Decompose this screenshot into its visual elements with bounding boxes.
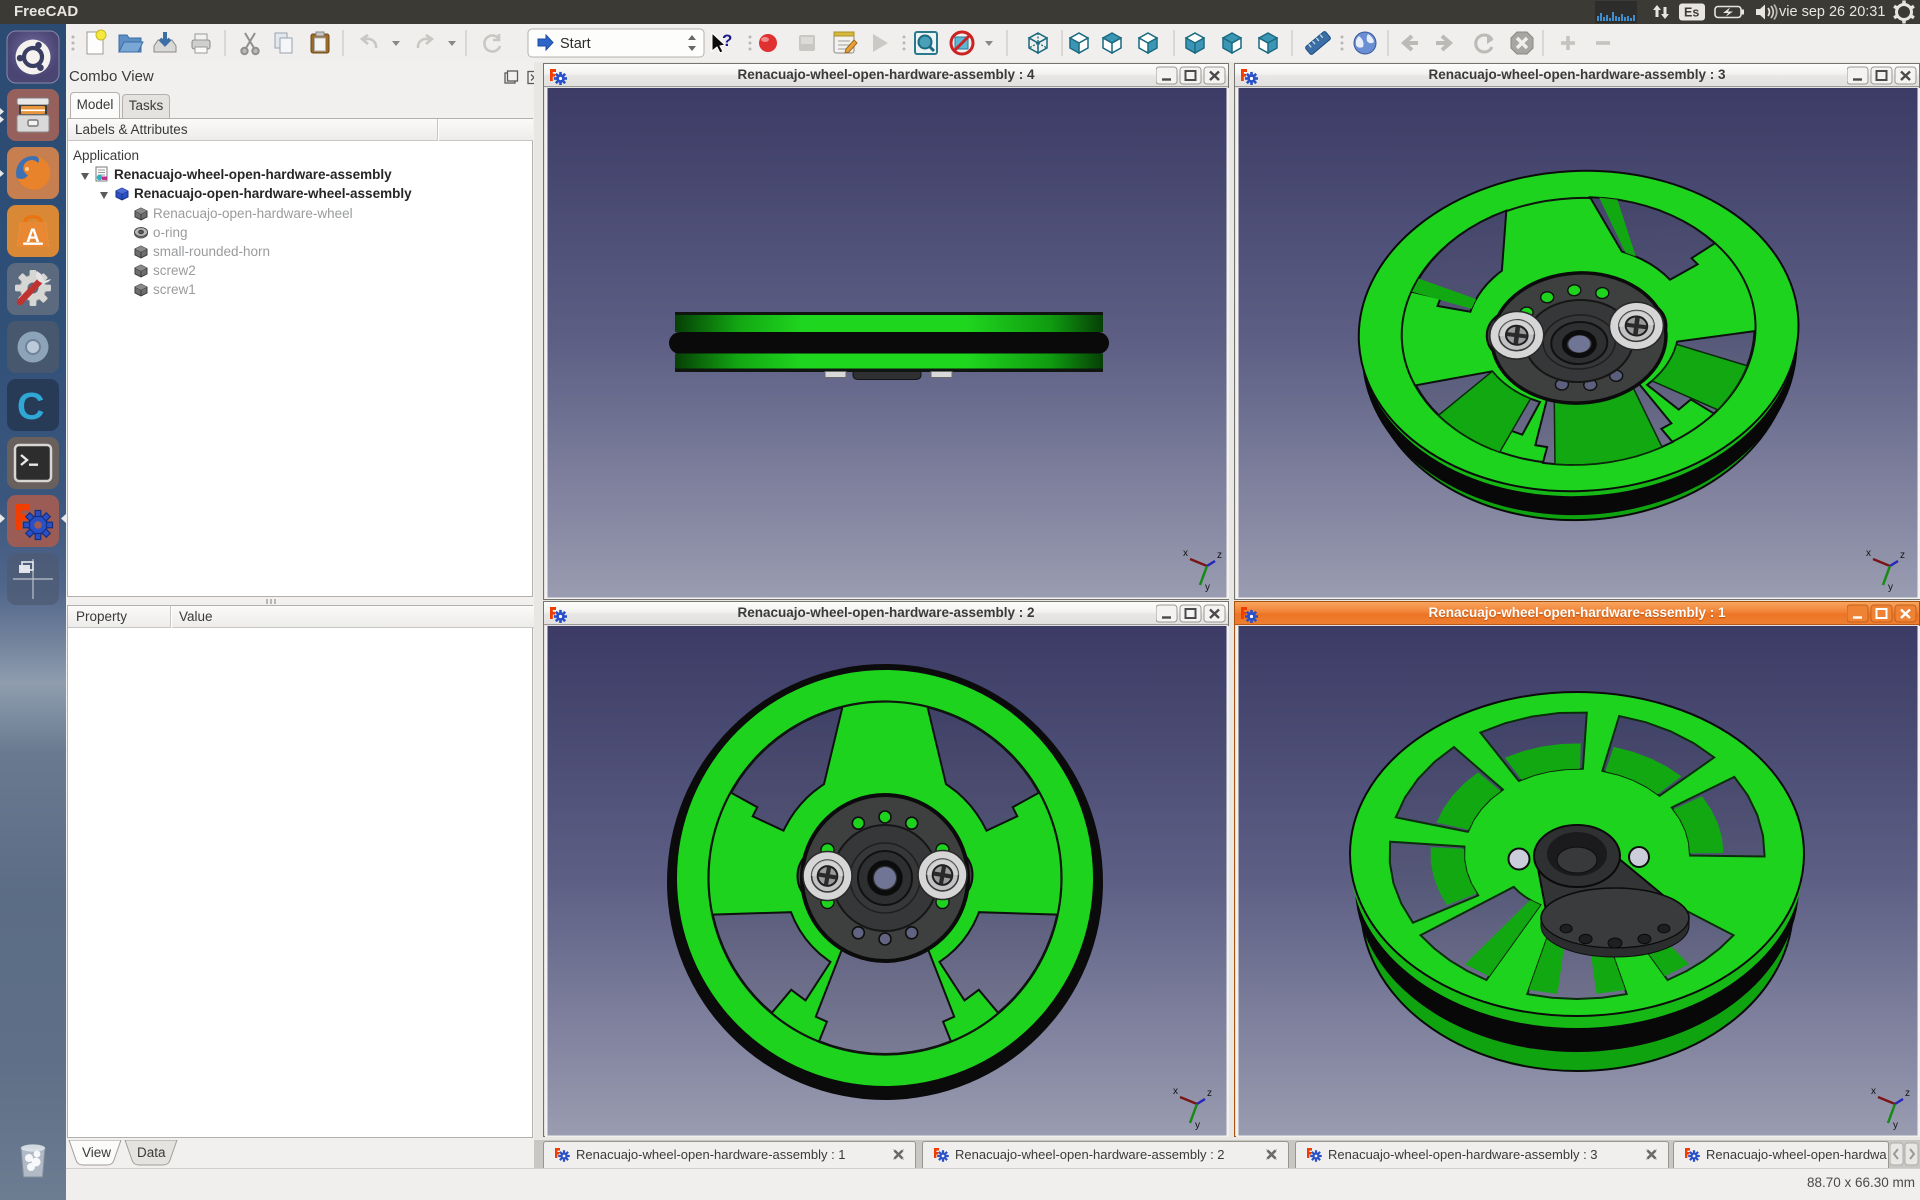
svg-text:y: y xyxy=(1195,1120,1200,1131)
svg-text:?: ? xyxy=(722,31,732,50)
svg-text:x: x xyxy=(1183,548,1188,559)
svg-text:Data: Data xyxy=(137,1145,166,1160)
svg-text:z: z xyxy=(1900,550,1905,561)
svg-text:x: x xyxy=(1871,1086,1876,1097)
svg-text:y: y xyxy=(1893,1120,1898,1131)
svg-text:z: z xyxy=(1905,1088,1910,1099)
svg-text:z: z xyxy=(1207,1088,1212,1099)
svg-text:z: z xyxy=(1217,550,1222,561)
svg-text:y: y xyxy=(1888,582,1893,593)
svg-text:Start: Start xyxy=(560,36,591,52)
svg-text:x: x xyxy=(1866,548,1871,559)
svg-text:y: y xyxy=(1205,582,1210,593)
svg-text:C: C xyxy=(17,386,44,428)
svg-text:View: View xyxy=(82,1145,111,1160)
svg-text:x: x xyxy=(1173,1086,1178,1097)
svg-text:Es: Es xyxy=(1684,6,1699,20)
